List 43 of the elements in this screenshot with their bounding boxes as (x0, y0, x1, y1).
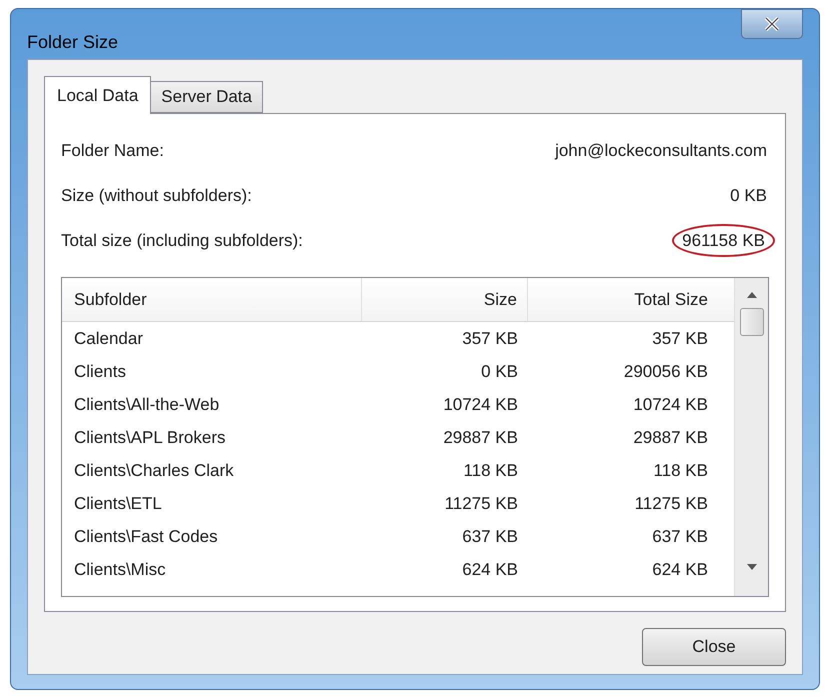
window-title: Folder Size (27, 31, 118, 54)
table-cell-text: 10724 KB (632, 394, 709, 416)
scroll-bar[interactable] (734, 278, 768, 596)
table-cell-text: 290056 KB (622, 360, 709, 383)
table-cell-text: 118 KB (652, 460, 709, 482)
table-cell-text: 637 KB (461, 526, 519, 548)
table-cell-text: Clients\All-the-Web (73, 394, 220, 416)
column-header[interactable]: Total Size (528, 278, 718, 321)
table-cell-text: 637 KB (651, 526, 709, 548)
table-cell-text: 118 KB (462, 460, 519, 482)
scroll-down-icon[interactable] (746, 564, 756, 570)
column-header[interactable]: Subfolder (62, 278, 362, 321)
table-cell-text: 29887 KB (442, 426, 519, 449)
table-cell-text: 10724 KB (442, 394, 519, 416)
table-cell-text: 624 KB (461, 558, 519, 581)
table-cell-text: 0 KB (480, 360, 519, 383)
table-cell-text: Clients\ETL (73, 492, 163, 515)
close-icon (764, 17, 780, 31)
field-label: Folder Name: (61, 140, 164, 162)
tab[interactable]: Local Data (44, 76, 152, 114)
field-value: 961158 KB (672, 224, 775, 258)
close-dialog-button[interactable]: Close (642, 628, 786, 666)
field-label: Total size (including subfolders): (61, 230, 303, 252)
table-cell-text: Clients (73, 360, 127, 383)
table-cell-text: 29887 KB (632, 426, 709, 449)
column-header[interactable]: Size (362, 278, 528, 321)
table-cell-text: Calendar (73, 328, 144, 350)
table-cell-text: Clients\Fast Codes (73, 526, 219, 548)
scroll-up-icon[interactable] (746, 292, 756, 298)
table-cell-text: Clients\Charles Clark (73, 460, 235, 482)
table-cell-text: 11275 KB (634, 492, 709, 515)
tab[interactable]: Server Data (151, 81, 263, 113)
table-cell-text: 357 KB (461, 328, 519, 350)
table-cell-text: Clients\APL Brokers (73, 426, 226, 449)
field-value: 0 KB (730, 184, 768, 207)
field-label: Size (without subfolders): (61, 184, 252, 207)
table-cell-text: 624 KB (651, 558, 709, 581)
field-value: john@lockeconsultants.com (555, 140, 768, 162)
table-cell-text: 11275 KB (444, 492, 519, 515)
table-cell-text: Clients\Misc (73, 558, 167, 581)
table-cell-text: 357 KB (651, 328, 709, 350)
close-button[interactable] (741, 9, 803, 39)
scroll-thumb[interactable] (740, 308, 764, 336)
